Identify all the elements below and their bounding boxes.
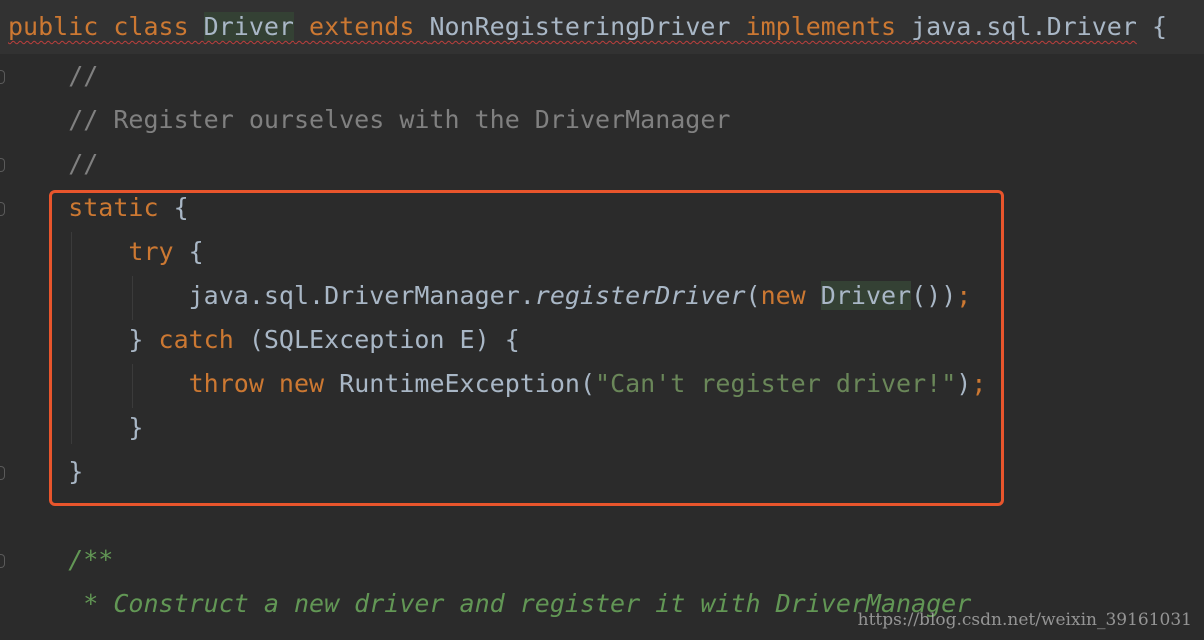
code-token: // Register ourselves with the DriverMan… [8, 105, 731, 134]
code-line-comment-2[interactable]: // Register ourselves with the DriverMan… [0, 98, 1204, 142]
code-line-class-decl[interactable]: public class Driver extends NonRegisteri… [0, 0, 1204, 54]
code-token: java.sql.Driver [911, 12, 1137, 41]
code-token: /** [8, 545, 114, 574]
fold-marker-icon[interactable] [0, 158, 5, 172]
code-line-javadoc-open[interactable]: /** [0, 538, 1204, 582]
fold-marker-icon[interactable] [0, 466, 5, 480]
watermark: https://blog.csdn.net/weixin_39161031 [857, 610, 1192, 630]
code-token: { [1136, 12, 1167, 41]
code-line-comment-1[interactable]: // [0, 54, 1204, 98]
code-token: // [8, 61, 99, 90]
highlight-box [49, 190, 1004, 506]
code-token: NonRegisteringDriver [429, 12, 731, 41]
fold-marker-icon[interactable] [0, 70, 5, 84]
code-token: extends [293, 12, 430, 41]
fold-marker-icon[interactable] [0, 202, 5, 216]
code-token: implements [730, 12, 912, 41]
code-token: public class [8, 12, 204, 41]
fold-marker-icon[interactable] [0, 554, 5, 568]
code-token: // [8, 149, 99, 178]
code-token: * Construct a new driver and register it… [8, 589, 972, 618]
code-token: Driver [203, 12, 294, 41]
code-line-comment-3[interactable]: // [0, 142, 1204, 186]
